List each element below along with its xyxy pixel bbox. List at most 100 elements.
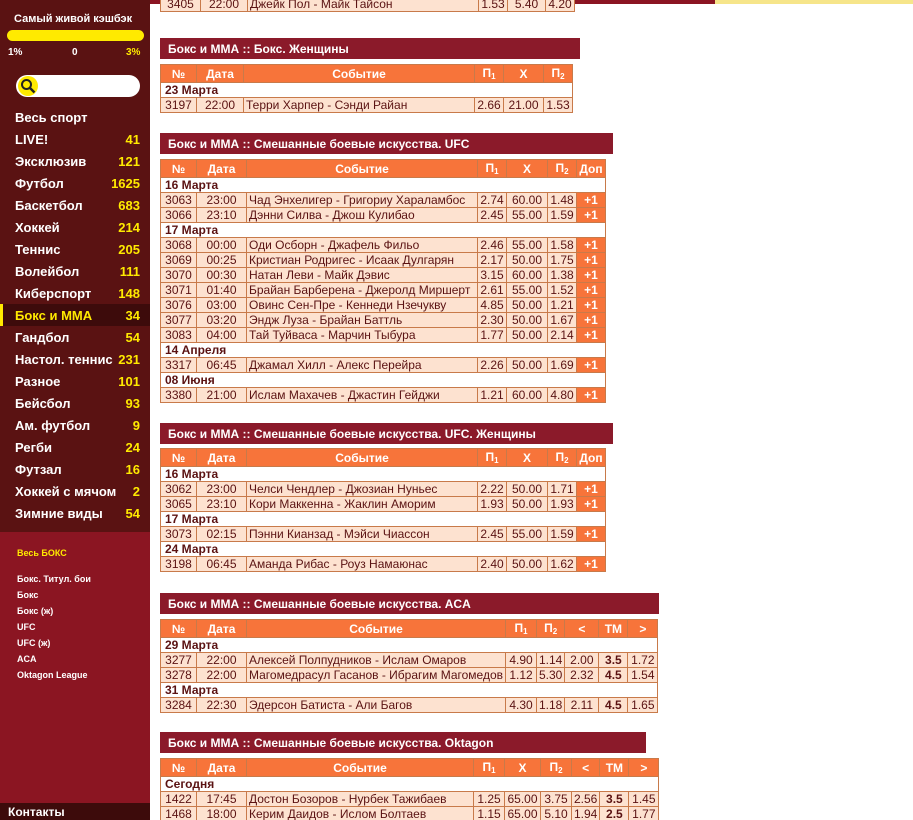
odds-gt[interactable]: 1.72 [627, 652, 659, 668]
odds-x[interactable]: 55.00 [506, 526, 548, 542]
odds-p1[interactable]: 2.26 [477, 357, 507, 373]
odds-x[interactable]: 50.00 [506, 252, 548, 268]
odds-p1[interactable]: 1.77 [477, 327, 507, 343]
odds-p1[interactable]: 1.53 [478, 0, 508, 12]
odds-p1[interactable]: 4.90 [505, 652, 537, 668]
subnav-item[interactable]: ACA [17, 653, 91, 669]
odds-gt[interactable]: 1.65 [627, 697, 659, 713]
sidebar-item-sport[interactable]: Бейсбол 93 [0, 392, 150, 414]
odds-p2[interactable]: 5.10 [540, 806, 572, 820]
odds-p1[interactable]: 4.30 [505, 697, 537, 713]
subnav-item[interactable]: Бокс (ж) [17, 605, 91, 621]
odds-x[interactable]: 55.00 [506, 282, 548, 298]
odds-p1[interactable]: 1.21 [477, 387, 507, 403]
sidebar-item-sport[interactable]: Разное 101 [0, 370, 150, 392]
more-bets-button[interactable]: +1 [576, 496, 606, 512]
odds-lt[interactable]: 2.00 [564, 652, 600, 668]
sidebar-item-sport[interactable]: Футзал 16 [0, 458, 150, 480]
more-bets-button[interactable]: +1 [576, 387, 606, 403]
more-bets-button[interactable]: +1 [576, 237, 606, 253]
odds-p2[interactable]: 1.59 [547, 207, 577, 223]
odds-p2[interactable]: 4.20 [545, 0, 575, 12]
sidebar-item-sport[interactable]: Баскетбол 683 [0, 194, 150, 216]
odds-x[interactable]: 55.00 [506, 237, 548, 253]
odds-p2[interactable]: 4.80 [547, 387, 577, 403]
odds-x[interactable]: 60.00 [506, 192, 548, 208]
odds-p1[interactable]: 2.46 [477, 237, 507, 253]
odds-x[interactable]: 50.00 [506, 481, 548, 497]
odds-p2[interactable]: 1.18 [535, 697, 566, 713]
odds-p2[interactable]: 1.14 [535, 652, 566, 668]
odds-gt[interactable]: 1.54 [627, 667, 659, 683]
sidebar-item-sport[interactable]: Футбол 1625 [0, 172, 150, 194]
odds-p1[interactable]: 2.61 [477, 282, 507, 298]
subnav-item[interactable]: Бокс. Титул. бои [17, 573, 91, 589]
odds-p2[interactable]: 1.69 [547, 357, 577, 373]
subnav-item[interactable]: UFC (ж) [17, 637, 91, 653]
search-input[interactable] [42, 77, 134, 95]
sidebar-item-sport[interactable]: Волейбол 111 [0, 260, 150, 282]
more-bets-button[interactable]: +1 [576, 312, 606, 328]
odds-p1[interactable]: 1.12 [505, 667, 537, 683]
odds-p2[interactable]: 1.58 [547, 237, 577, 253]
odds-p2[interactable]: 1.67 [547, 312, 577, 328]
sidebar-item-sport[interactable]: Ам. футбол 9 [0, 414, 150, 436]
odds-gt[interactable]: 1.45 [628, 791, 660, 807]
odds-x[interactable]: 50.00 [506, 357, 548, 373]
odds-x[interactable]: 50.00 [506, 496, 548, 512]
odds-p2[interactable]: 1.21 [547, 297, 577, 313]
odds-x[interactable]: 60.00 [506, 387, 548, 403]
sidebar-item-sport[interactable]: LIVE! 41 [0, 128, 150, 150]
subnav-all-link[interactable]: Весь БОКС [17, 548, 67, 558]
odds-lt[interactable]: 2.11 [564, 697, 600, 713]
column-header-gt[interactable]: > [628, 758, 660, 777]
odds-x[interactable]: 50.00 [506, 297, 548, 313]
sidebar-item-sport[interactable]: Зимние виды 54 [0, 502, 150, 524]
search-icon[interactable] [18, 76, 38, 96]
more-bets-button[interactable]: +1 [576, 357, 606, 373]
odds-p1[interactable]: 3.15 [477, 267, 507, 283]
odds-p1[interactable]: 2.40 [477, 556, 507, 572]
odds-p1[interactable]: 2.17 [477, 252, 507, 268]
contacts-link[interactable]: Контакты [0, 802, 150, 820]
more-bets-button[interactable]: +1 [576, 556, 606, 572]
subnav-item[interactable]: Бокс [17, 589, 91, 605]
sidebar-item-sport[interactable]: Эксклюзив 121 [0, 150, 150, 172]
odds-p1[interactable]: 2.74 [477, 192, 507, 208]
odds-p1[interactable]: 2.45 [477, 526, 507, 542]
odds-x[interactable]: 50.00 [506, 556, 548, 572]
odds-p2[interactable]: 1.48 [547, 192, 577, 208]
subnav-item[interactable]: UFC [17, 621, 91, 637]
odds-gt[interactable]: 1.77 [628, 806, 660, 820]
odds-x[interactable]: 65.00 [504, 791, 541, 807]
column-header-lt[interactable]: < [564, 619, 600, 638]
sidebar-item-sport[interactable]: Настол. теннис 231 [0, 348, 150, 370]
odds-p2[interactable]: 1.53 [543, 97, 573, 113]
odds-p2[interactable]: 1.59 [547, 526, 577, 542]
odds-x[interactable]: 60.00 [506, 267, 548, 283]
more-bets-button[interactable]: +1 [576, 267, 606, 283]
sidebar-item-sport[interactable]: Киберспорт 148 [0, 282, 150, 304]
odds-p2[interactable]: 2.14 [547, 327, 577, 343]
sidebar-item-sport[interactable]: Регби 24 [0, 436, 150, 458]
odds-x[interactable]: 65.00 [504, 806, 541, 820]
odds-lt[interactable]: 2.32 [564, 667, 600, 683]
subnav-item[interactable]: Oktagon League [17, 669, 91, 685]
odds-p2[interactable]: 1.38 [547, 267, 577, 283]
odds-p1[interactable]: 1.25 [473, 791, 505, 807]
more-bets-button[interactable]: +1 [576, 481, 606, 497]
odds-p2[interactable]: 1.52 [547, 282, 577, 298]
odds-x[interactable]: 50.00 [506, 312, 548, 328]
sidebar-item-sport[interactable]: Бокс и ММА 34 [0, 304, 150, 326]
sidebar-item-sport[interactable]: Весь спорт [0, 106, 150, 128]
sidebar-item-sport[interactable]: Гандбол 54 [0, 326, 150, 348]
odds-p1[interactable]: 1.15 [473, 806, 505, 820]
odds-p2[interactable]: 1.75 [547, 252, 577, 268]
odds-p1[interactable]: 2.45 [477, 207, 507, 223]
odds-p2[interactable]: 1.62 [547, 556, 577, 572]
odds-p1[interactable]: 2.66 [474, 97, 504, 113]
column-header-gt[interactable]: > [627, 619, 659, 638]
odds-p2[interactable]: 1.93 [547, 496, 577, 512]
column-header-lt[interactable]: < [570, 758, 601, 777]
more-bets-button[interactable]: +1 [576, 297, 606, 313]
